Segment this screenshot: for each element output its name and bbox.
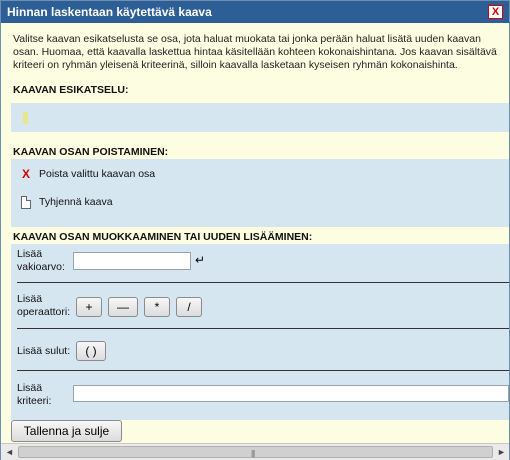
intro-text: Valitse kaavan esikatselusta se osa, jot… <box>13 33 505 72</box>
intro-line: Valitse kaavan esikatselusta se osa, jot… <box>13 33 481 45</box>
title-bar: Hinnan laskentaan käytettävä kaava X <box>1 1 509 23</box>
remove-heading: KAAVAN OSAN POISTAMINEN: <box>13 146 169 158</box>
grip-icon: ||| <box>251 449 255 458</box>
edit-panel: Lisää vakioarvo: ↵ Lisää operaattori: + … <box>11 244 509 420</box>
brackets-label: Lisää sulut: <box>17 345 71 357</box>
operator-label: Lisää operaattori: <box>17 293 71 318</box>
clear-formula-link[interactable]: Tyhjennä kaava <box>19 193 113 211</box>
x-icon: X <box>21 167 30 181</box>
window-title: Hinnan laskentaan käytettävä kaava <box>7 5 212 19</box>
dialog-content: Valitse kaavan esikatselusta se osa, jot… <box>1 23 509 443</box>
formula-preview-panel[interactable] <box>11 103 509 132</box>
multiply-operator-button[interactable]: * <box>144 297 170 317</box>
constant-label: Lisää vakioarvo: <box>17 248 65 273</box>
close-button[interactable]: X <box>488 5 503 19</box>
clear-formula-label: Tyhjennä kaava <box>39 196 113 208</box>
divide-operator-button[interactable]: / <box>176 297 202 317</box>
constant-value-input[interactable] <box>73 252 191 270</box>
enter-icon[interactable]: ↵ <box>195 253 205 267</box>
page-icon <box>19 195 33 209</box>
formula-cursor[interactable] <box>23 112 28 124</box>
preview-heading: KAAVAN ESIKATSELU: <box>13 84 129 96</box>
scrollbar-thumb[interactable]: ||| <box>18 446 493 458</box>
remove-panel: X Poista valittu kaavan osa Tyhjennä kaa… <box>11 159 509 227</box>
scroll-right-icon[interactable]: ► <box>495 446 508 459</box>
intro-line: kriteeri on ryhmän yleisenä kriteerinä, … <box>13 59 458 71</box>
plus-operator-button[interactable]: + <box>76 297 102 317</box>
dialog-window: Hinnan laskentaan käytettävä kaava X Val… <box>0 0 510 460</box>
minus-operator-button[interactable]: — <box>108 297 138 317</box>
criterion-select[interactable] <box>73 385 509 402</box>
delete-selected-part-label: Poista valittu kaavan osa <box>39 168 156 180</box>
add-brackets-button[interactable]: ( ) <box>76 341 106 361</box>
edit-heading: KAAVAN OSAN MUOKKAAMINEN TAI UUDEN LISÄÄ… <box>13 231 313 243</box>
delete-selected-part-link[interactable]: X Poista valittu kaavan osa <box>19 165 155 183</box>
criterion-label: Lisää kriteeri: <box>17 382 52 407</box>
separator <box>17 370 509 371</box>
scroll-left-icon[interactable]: ◄ <box>3 446 16 459</box>
save-and-close-button[interactable]: Tallenna ja sulje <box>11 420 122 442</box>
operator-buttons: + — * / <box>76 297 236 319</box>
horizontal-scrollbar[interactable]: ◄ ||| ► <box>1 443 509 460</box>
separator <box>17 328 509 329</box>
intro-line: osan. Huomaa, että kaavalla laskettua hi… <box>13 46 497 58</box>
separator <box>17 282 509 283</box>
